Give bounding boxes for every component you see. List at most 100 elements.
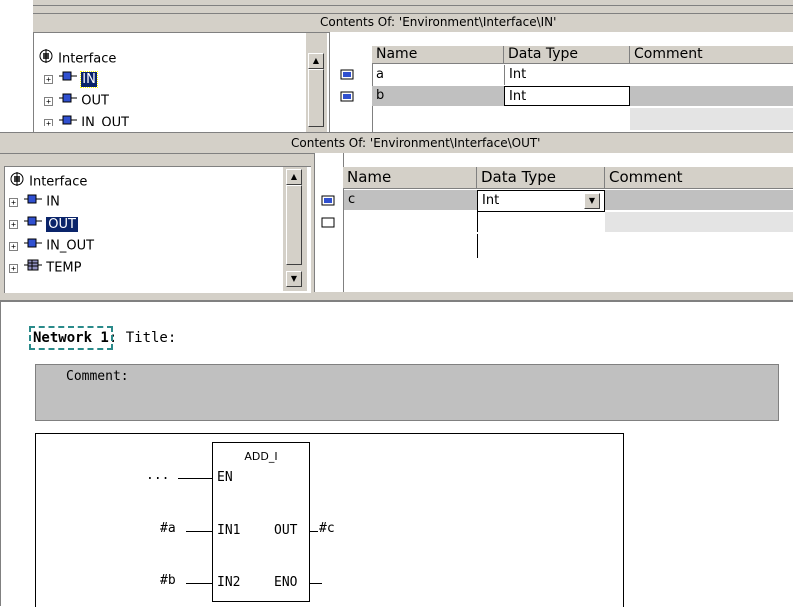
scroll-up-icon[interactable]: ▲ bbox=[308, 53, 324, 69]
network-title-line[interactable]: Network 1: Title: bbox=[29, 326, 176, 350]
table-row[interactable] bbox=[315, 212, 793, 234]
tree-item-in[interactable]: + IN bbox=[9, 193, 60, 211]
cell-name[interactable]: a bbox=[372, 65, 504, 85]
back-header-title: Contents Of: 'Environment\Interface\IN' bbox=[320, 15, 557, 29]
tree-item-label: OUT bbox=[81, 93, 109, 109]
back-tree-scrollbar[interactable]: ▲ bbox=[305, 33, 327, 135]
cell-comment[interactable] bbox=[630, 86, 793, 106]
network-comment-box[interactable]: Comment: bbox=[35, 364, 779, 421]
eno-wire bbox=[310, 583, 322, 584]
front-header: Contents Of: 'Environment\Interface\OUT' bbox=[0, 135, 793, 154]
parameter-icon bbox=[59, 70, 78, 88]
back-window-top-border bbox=[33, 5, 793, 6]
pin-in2: IN2 bbox=[217, 575, 241, 590]
tree-item-interface[interactable]: Interface bbox=[9, 171, 88, 190]
block-name: ADD_I bbox=[244, 450, 278, 463]
table-row[interactable]: c Int ▼ bbox=[315, 190, 793, 212]
table-row-empty bbox=[630, 108, 793, 130]
expand-icon[interactable]: + bbox=[9, 219, 18, 229]
front-header-title: Contents Of: 'Environment\Interface\OUT' bbox=[291, 136, 541, 150]
tree-item-label: Interface bbox=[29, 174, 88, 190]
column-header-name[interactable]: Name bbox=[343, 167, 477, 189]
empty-variable-icon bbox=[321, 217, 335, 232]
tree-item-label: IN_OUT bbox=[46, 238, 95, 254]
network-title[interactable]: : Title: bbox=[109, 330, 176, 346]
en-input-operand[interactable]: ... bbox=[146, 468, 169, 483]
in2-input-operand[interactable]: #b bbox=[160, 573, 176, 588]
cell-comment[interactable] bbox=[605, 212, 793, 232]
expand-icon[interactable]: + bbox=[44, 96, 53, 106]
add-i-block[interactable]: ADD_I EN IN1 OUT IN2 ENO bbox=[212, 442, 310, 602]
tree-item-label: TEMP bbox=[46, 260, 82, 276]
column-header-data-type[interactable]: Data Type bbox=[477, 167, 605, 189]
front-window: Contents Of: 'Environment\Interface\OUT'… bbox=[0, 132, 793, 301]
tree-item-in-out[interactable]: + IN_OUT bbox=[9, 237, 94, 255]
table-row[interactable]: a Int bbox=[330, 64, 793, 86]
expand-icon[interactable]: + bbox=[44, 118, 53, 126]
back-table: Name Data Type Comment a Int b Int bbox=[329, 32, 793, 134]
ladder-network: ADD_I EN IN1 OUT IN2 ENO ... #a #c #b bbox=[35, 433, 624, 607]
tree-item-label: Interface bbox=[58, 51, 117, 67]
out-wire bbox=[310, 531, 318, 532]
cell-name[interactable] bbox=[344, 212, 477, 232]
cell-data-type[interactable]: Int bbox=[504, 86, 630, 106]
front-tree-pane[interactable]: Interface + IN + OUT + IN_OUT + TEMP ▲ ▼ bbox=[4, 166, 311, 293]
temp-table-icon bbox=[24, 259, 43, 277]
column-header-data-type[interactable]: Data Type bbox=[504, 46, 630, 64]
column-header-comment[interactable]: Comment bbox=[630, 46, 793, 64]
expand-icon[interactable]: + bbox=[44, 74, 53, 84]
tree-item-label: IN_OUT bbox=[81, 115, 130, 127]
tree-item-out[interactable]: + OUT bbox=[44, 92, 109, 110]
tree-item-label: IN bbox=[80, 70, 98, 88]
tree-item-in[interactable]: + IN bbox=[44, 70, 98, 88]
cell-data-type[interactable]: Int bbox=[504, 65, 630, 85]
cell-data-type[interactable] bbox=[477, 212, 605, 232]
parameter-icon bbox=[59, 92, 78, 110]
en-wire bbox=[178, 478, 212, 479]
back-header: Contents Of: 'Environment\Interface\IN' bbox=[33, 13, 793, 33]
data-type-dropdown[interactable]: Int ▼ bbox=[477, 190, 605, 212]
scroll-down-icon[interactable]: ▼ bbox=[286, 271, 302, 287]
back-tree-pane[interactable]: Interface + IN + OUT + IN_OUT ▲ bbox=[33, 32, 330, 135]
pin-en: EN bbox=[217, 470, 233, 485]
expand-icon[interactable]: + bbox=[9, 197, 18, 207]
column-header-comment[interactable]: Comment bbox=[605, 167, 793, 189]
scroll-thumb[interactable] bbox=[308, 69, 324, 127]
parameter-icon bbox=[24, 215, 43, 233]
comment-label: Comment: bbox=[66, 369, 129, 384]
parameter-icon bbox=[24, 237, 43, 255]
interface-icon bbox=[9, 171, 25, 193]
front-tree-scrollbar[interactable]: ▲ ▼ bbox=[282, 167, 307, 291]
front-table: Name Data Type Comment c Int ▼ bbox=[314, 153, 793, 292]
scroll-thumb[interactable] bbox=[286, 185, 302, 265]
variable-icon bbox=[340, 69, 354, 84]
tree-item-out[interactable]: + OUT bbox=[9, 215, 78, 233]
chevron-down-icon[interactable]: ▼ bbox=[584, 193, 600, 209]
scroll-up-icon[interactable]: ▲ bbox=[286, 169, 302, 185]
network-label[interactable]: Network 1 bbox=[29, 326, 113, 350]
tree-item-interface[interactable]: Interface bbox=[38, 48, 117, 67]
pin-out: OUT bbox=[274, 523, 298, 538]
cell-name[interactable]: c bbox=[344, 190, 477, 210]
pin-eno: ENO bbox=[274, 575, 298, 590]
interface-icon bbox=[38, 48, 54, 70]
tree-item-label: OUT bbox=[46, 216, 78, 232]
in1-input-operand[interactable]: #a bbox=[160, 521, 176, 536]
parameter-icon bbox=[59, 114, 78, 126]
expand-icon[interactable]: + bbox=[9, 241, 18, 251]
column-header-name[interactable]: Name bbox=[372, 46, 504, 64]
in1-wire bbox=[186, 531, 212, 532]
expand-icon[interactable]: + bbox=[9, 263, 18, 273]
out-output-operand[interactable]: #c bbox=[319, 521, 335, 536]
network-editor: Network 1: Title: Comment: ADD_I EN IN1 … bbox=[0, 300, 793, 607]
variable-icon bbox=[321, 195, 335, 210]
pin-in1: IN1 bbox=[217, 523, 241, 538]
back-window: Contents Of: 'Environment\Interface\IN' … bbox=[33, 0, 793, 135]
cell-comment[interactable] bbox=[605, 190, 793, 210]
tree-item-label: IN bbox=[46, 194, 60, 210]
parameter-icon bbox=[24, 193, 43, 211]
tree-item-temp[interactable]: + TEMP bbox=[9, 259, 82, 277]
cell-name[interactable]: b bbox=[372, 86, 504, 106]
tree-item-in-out[interactable]: + IN_OUT bbox=[44, 114, 129, 126]
table-row[interactable]: b Int bbox=[330, 86, 793, 108]
